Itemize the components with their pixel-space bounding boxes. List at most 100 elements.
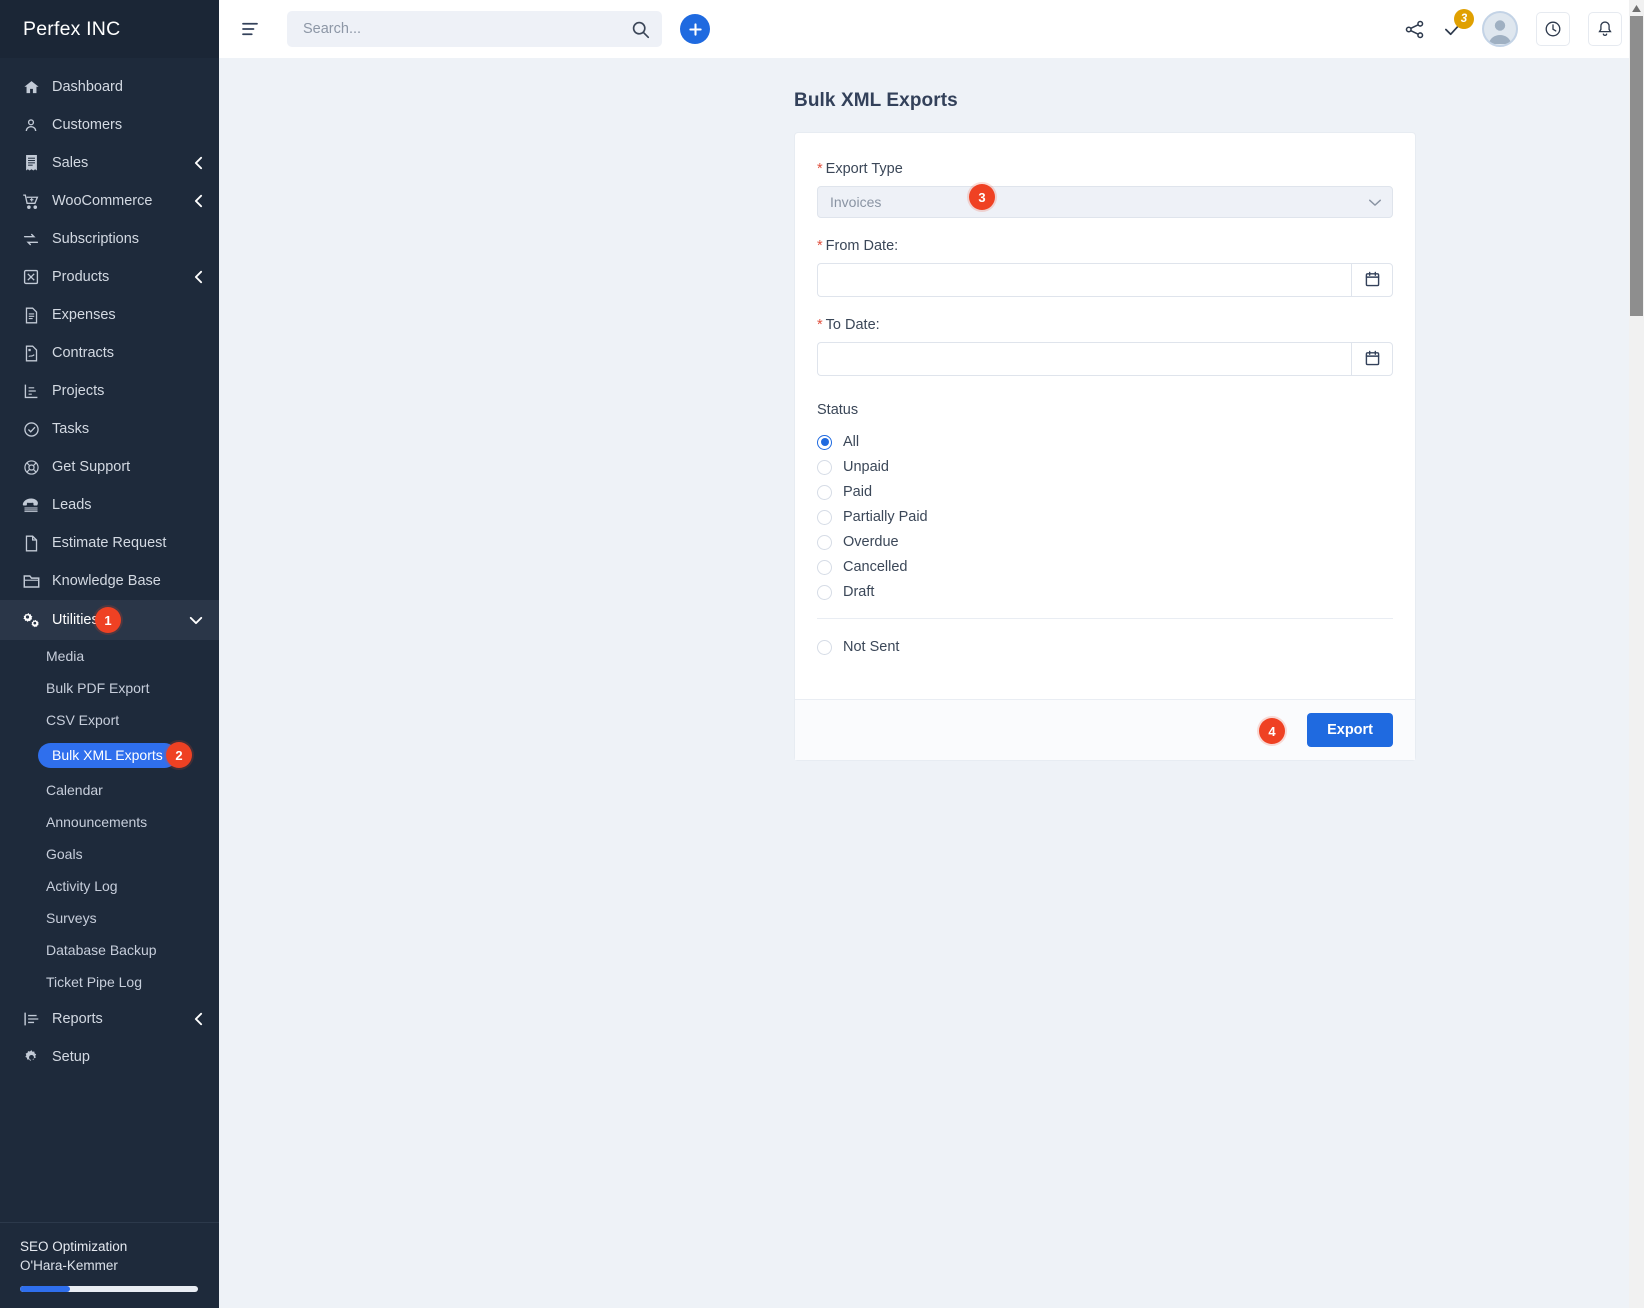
search-icon[interactable] xyxy=(631,20,650,39)
check-circle-icon xyxy=(18,419,44,439)
scrollbar-thumb[interactable] xyxy=(1630,16,1643,316)
receipt-icon xyxy=(18,153,44,173)
from-date-label: * From Date: xyxy=(817,238,1393,254)
sidebar-subitem-csv-export[interactable]: CSV Export xyxy=(0,704,219,736)
checkmark-icon[interactable]: 3 xyxy=(1443,8,1474,40)
sidebar-item-utilities[interactable]: Utilities 1 xyxy=(0,600,219,640)
annotation-badge-4: 4 xyxy=(1259,718,1285,744)
radio-indicator[interactable] xyxy=(817,584,832,600)
sidebar-subitem-announcements[interactable]: Announcements xyxy=(0,806,219,838)
lifebuoy-icon xyxy=(18,457,44,477)
sidebar-subitem-label: CSV Export xyxy=(46,712,120,728)
export-type-field: * Export Type 3 Invoices xyxy=(817,161,1393,218)
status-radio-unpaid[interactable]: Unpaid xyxy=(817,455,1393,479)
radio-indicator[interactable] xyxy=(817,639,832,655)
from-date-calendar-button[interactable] xyxy=(1351,263,1393,297)
menu-icon[interactable] xyxy=(235,22,265,36)
sidebar-item-tasks[interactable]: Tasks xyxy=(0,410,219,448)
scroll-up-arrow[interactable] xyxy=(1629,0,1644,16)
cart-icon xyxy=(18,191,44,211)
status-radio-draft[interactable]: Draft xyxy=(817,580,1393,604)
search-box[interactable] xyxy=(287,11,662,47)
sidebar-subitem-ticket-pipe-log[interactable]: Ticket Pipe Log xyxy=(0,966,219,998)
status-radio-all[interactable]: All xyxy=(817,430,1393,454)
export-type-select[interactable]: Invoices xyxy=(817,186,1393,218)
phone-icon xyxy=(18,495,44,515)
radio-indicator[interactable] xyxy=(817,484,832,500)
sidebar: Perfex INC Dashboard Customers Sales Woo… xyxy=(0,0,219,1308)
sidebar-subitem-database-backup[interactable]: Database Backup xyxy=(0,934,219,966)
sidebar-subitem-media[interactable]: Media xyxy=(0,640,219,672)
page-title: Bulk XML Exports xyxy=(794,90,958,111)
sidebar-item-customers[interactable]: Customers xyxy=(0,106,219,144)
main-area: 3 Bulk XML Exports xyxy=(219,0,1644,1308)
status-radio-not-sent[interactable]: Not Sent xyxy=(817,635,1393,659)
sidebar-item-label: WooCommerce xyxy=(52,193,153,209)
sidebar-item-estimate-request[interactable]: Estimate Request xyxy=(0,524,219,562)
export-button[interactable]: Export xyxy=(1307,713,1393,747)
brand-title: Perfex INC xyxy=(0,0,219,58)
app-root: Perfex INC Dashboard Customers Sales Woo… xyxy=(0,0,1644,1308)
radio-indicator[interactable] xyxy=(817,459,832,475)
sidebar-item-label: Contracts xyxy=(52,345,115,361)
radio-indicator[interactable] xyxy=(817,434,832,450)
sidebar-item-woocommerce[interactable]: WooCommerce xyxy=(0,182,219,220)
sidebar-item-sales[interactable]: Sales xyxy=(0,144,219,182)
sidebar-item-reports[interactable]: Reports xyxy=(0,1000,219,1038)
plus-icon[interactable] xyxy=(680,14,710,44)
to-date-input[interactable] xyxy=(817,342,1351,376)
status-option-label: Draft xyxy=(843,584,875,600)
sidebar-subitem-bulk-xml-exports[interactable]: Bulk XML Exports 2 xyxy=(0,736,219,774)
sidebar-subitem-surveys[interactable]: Surveys xyxy=(0,902,219,934)
document-icon xyxy=(18,305,44,325)
status-radio-cancelled[interactable]: Cancelled xyxy=(817,555,1393,579)
annotation-badge-3: 3 xyxy=(969,184,995,210)
sidebar-subitem-activity-log[interactable]: Activity Log xyxy=(0,870,219,902)
sidebar-footer: SEO Optimization O'Hara-Kemmer xyxy=(0,1221,219,1308)
sidebar-item-projects[interactable]: Projects xyxy=(0,372,219,410)
export-type-label: * Export Type xyxy=(817,161,1393,177)
clock-icon[interactable] xyxy=(1536,12,1570,46)
export-type-value: Invoices xyxy=(830,194,882,210)
annotation-badge-2: 2 xyxy=(166,742,192,768)
to-date-calendar-button[interactable] xyxy=(1351,342,1393,376)
chevron-left-icon xyxy=(194,156,203,170)
sidebar-item-label: Projects xyxy=(52,383,105,399)
sidebar-item-dashboard[interactable]: Dashboard xyxy=(0,68,219,106)
sidebar-item-label: Setup xyxy=(52,1049,90,1065)
footer-project-client: O'Hara-Kemmer xyxy=(20,1258,118,1274)
status-radio-paid[interactable]: Paid xyxy=(817,480,1393,504)
box-icon xyxy=(18,267,44,287)
radio-indicator[interactable] xyxy=(817,509,832,525)
bell-icon[interactable] xyxy=(1588,12,1622,46)
avatar[interactable] xyxy=(1482,11,1518,47)
from-date-group xyxy=(817,263,1393,297)
radio-indicator[interactable] xyxy=(817,559,832,575)
annotation-badge-1: 1 xyxy=(95,607,121,633)
sidebar-item-contracts[interactable]: Contracts xyxy=(0,334,219,372)
search-input[interactable] xyxy=(303,21,631,37)
sidebar-item-subscriptions[interactable]: Subscriptions xyxy=(0,220,219,258)
sidebar-subitem-bulk-pdf-export[interactable]: Bulk PDF Export xyxy=(0,672,219,704)
sidebar-item-label: Tasks xyxy=(52,421,90,437)
status-radio-overdue[interactable]: Overdue xyxy=(817,530,1393,554)
sidebar-item-leads[interactable]: Leads xyxy=(0,486,219,524)
sidebar-item-setup[interactable]: Setup xyxy=(0,1038,219,1076)
sidebar-item-label: Customers xyxy=(52,117,123,133)
sidebar-item-expenses[interactable]: Expenses xyxy=(0,296,219,334)
share-icon[interactable] xyxy=(1404,19,1425,40)
sidebar-item-knowledge-base[interactable]: Knowledge Base xyxy=(0,562,219,600)
radio-indicator[interactable] xyxy=(817,534,832,550)
status-radio-partially-paid[interactable]: Partially Paid xyxy=(817,505,1393,529)
project-progress-bar xyxy=(20,1286,198,1292)
sidebar-item-get-support[interactable]: Get Support xyxy=(0,448,219,486)
sidebar-item-label: Sales xyxy=(52,155,89,171)
sidebar-item-products[interactable]: Products xyxy=(0,258,219,296)
sidebar-subitem-calendar[interactable]: Calendar xyxy=(0,774,219,806)
required-marker: * xyxy=(817,161,823,177)
sidebar-item-label: Leads xyxy=(52,497,92,513)
sidebar-subitem-goals[interactable]: Goals xyxy=(0,838,219,870)
to-date-label: * To Date: xyxy=(817,317,1393,333)
from-date-input[interactable] xyxy=(817,263,1351,297)
page-scrollbar[interactable] xyxy=(1629,0,1644,1308)
